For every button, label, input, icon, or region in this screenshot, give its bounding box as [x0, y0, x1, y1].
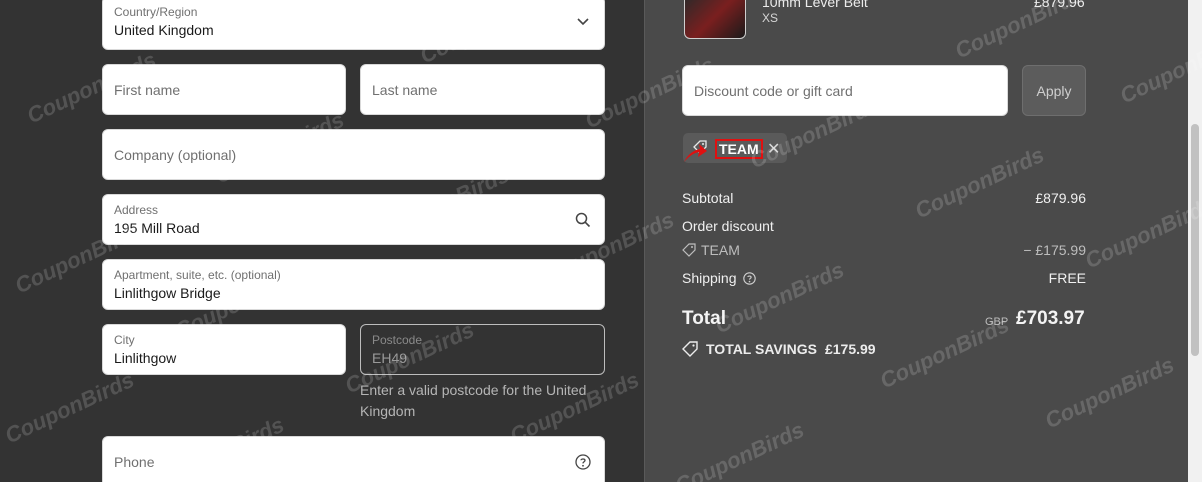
postcode-label: Postcode — [372, 333, 423, 347]
remove-discount-icon[interactable]: ✕ — [767, 139, 780, 159]
postcode-field[interactable]: Postcode EH49 — [360, 324, 605, 375]
first-name-placeholder: First name — [114, 82, 181, 98]
total-value: £703.97 — [1016, 308, 1085, 329]
product-price: £879.96 — [1034, 0, 1085, 10]
product-thumbnail — [684, 0, 746, 39]
tag-icon — [682, 243, 696, 257]
product-name: 10mm Lever Belt — [762, 0, 868, 10]
help-circle-icon[interactable] — [574, 453, 592, 471]
scrollbar[interactable] — [1188, 0, 1202, 482]
phone-placeholder: Phone — [114, 454, 155, 470]
discount-code-placeholder: Discount code or gift card — [694, 83, 853, 99]
apartment-value: Linlithgow Bridge — [114, 285, 221, 301]
country-value: United Kingdom — [114, 22, 214, 38]
address-value: 195 Mill Road — [114, 220, 200, 236]
order-discount-label: Order discount — [682, 218, 774, 234]
total-savings: TOTAL SAVINGS £175.99 — [682, 341, 876, 357]
apply-button[interactable]: Apply — [1022, 65, 1086, 116]
help-circle-icon[interactable] — [742, 271, 756, 285]
company-placeholder: Company (optional) — [114, 147, 237, 163]
apartment-label: Apartment, suite, etc. (optional) — [114, 268, 281, 282]
company-field[interactable]: Company (optional) — [102, 129, 605, 180]
savings-value: £175.99 — [824, 341, 876, 357]
total-label: Total — [682, 308, 726, 329]
first-name-field[interactable]: First name — [102, 64, 346, 115]
city-label: City — [114, 333, 135, 347]
tag-icon — [682, 341, 698, 357]
country-label: Country/Region — [114, 5, 198, 19]
discount-code-label: TEAM — [701, 242, 740, 258]
postcode-error-message: Enter a valid postcode for the United Ki… — [360, 382, 587, 419]
product-variant: XS — [762, 11, 779, 25]
city-value: Linlithgow — [114, 350, 177, 366]
shipping-value: FREE — [1048, 270, 1086, 286]
red-arrow-icon — [684, 144, 707, 162]
applied-discount-code: TEAM — [715, 139, 763, 159]
savings-label: TOTAL SAVINGS — [706, 341, 817, 357]
postcode-value: EH49 — [372, 350, 408, 366]
country-select[interactable]: Country/Region United Kingdom — [102, 0, 605, 50]
address-field[interactable]: Address 195 Mill Road — [102, 194, 605, 245]
subtotal-value: £879.96 — [1035, 190, 1086, 206]
phone-field[interactable]: Phone — [102, 436, 605, 482]
subtotal-label: Subtotal — [682, 190, 734, 206]
scrollbar-thumb[interactable] — [1191, 124, 1199, 356]
address-label: Address — [114, 203, 159, 217]
shipping-row: Shipping — [682, 270, 756, 286]
discount-value: − £175.99 — [1023, 242, 1086, 258]
shipping-form-pane: Country/Region United Kingdom First name… — [0, 0, 644, 482]
currency-code: GBP — [985, 316, 1009, 328]
last-name-field[interactable]: Last name — [360, 64, 605, 115]
discount-code-row: TEAM — [682, 242, 740, 258]
apartment-field[interactable]: Apartment, suite, etc. (optional) Linlit… — [102, 259, 605, 310]
last-name-placeholder: Last name — [372, 82, 438, 98]
chevron-down-icon — [574, 13, 592, 31]
city-field[interactable]: City Linlithgow — [102, 324, 346, 375]
discount-code-input[interactable]: Discount code or gift card — [682, 65, 1008, 116]
search-icon[interactable] — [574, 211, 592, 229]
shipping-label: Shipping — [682, 270, 737, 286]
